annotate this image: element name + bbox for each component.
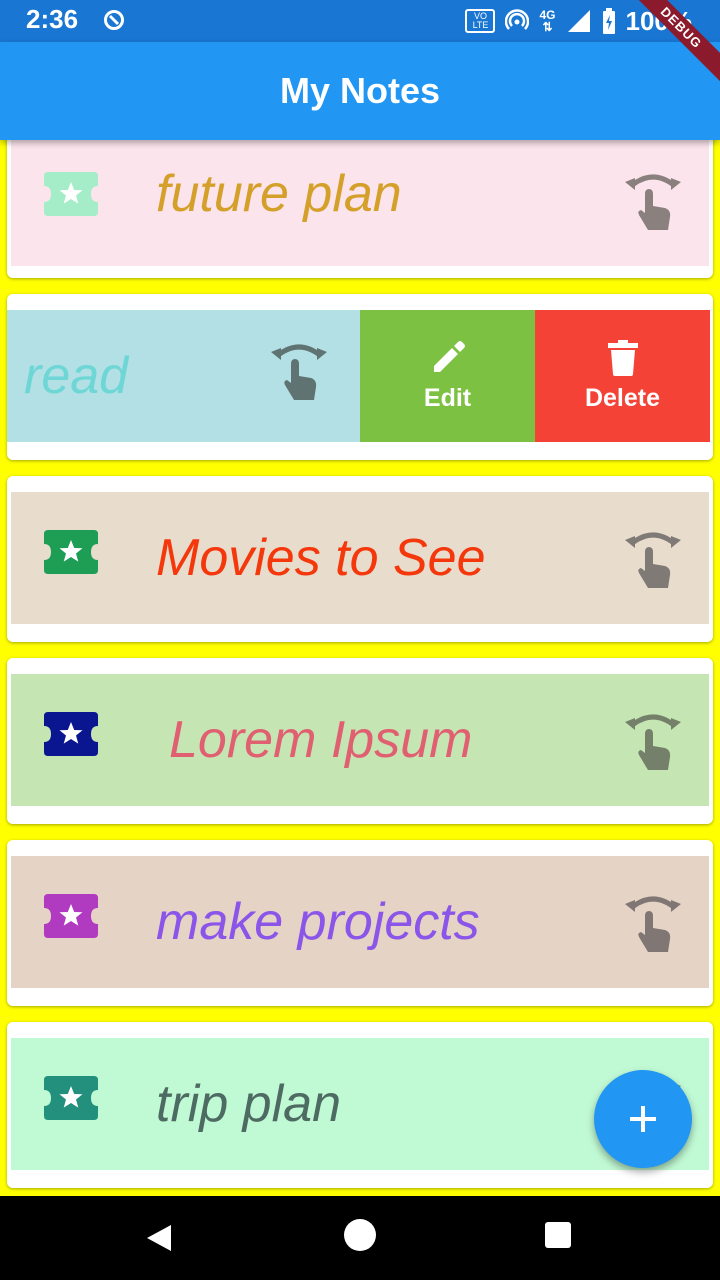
ticket-star-icon <box>44 172 98 216</box>
app-notification-icon <box>104 10 124 30</box>
ticket-star-icon <box>44 712 98 756</box>
status-bar: 2:36 VO LTE 4G ⇅ 100% <box>0 0 720 42</box>
hotspot-icon <box>505 9 530 30</box>
delete-button[interactable]: Delete <box>535 310 710 442</box>
note-card[interactable]: future plan <box>7 140 713 278</box>
page-title: My Notes <box>279 70 441 111</box>
data-arrows-icon: ⇅ <box>542 20 553 34</box>
swipe-gesture-icon <box>625 896 681 952</box>
note-tile[interactable]: future plan <box>11 140 709 266</box>
status-time: 2:36 <box>26 4 79 34</box>
delete-label: Delete <box>584 383 661 412</box>
note-tile[interactable]: read <box>7 310 360 442</box>
signal-icon <box>567 10 590 32</box>
app-bar: My Notes <box>0 42 720 140</box>
home-icon[interactable] <box>344 1219 376 1251</box>
volte-bottom-text: LTE <box>472 20 489 30</box>
swipe-gesture-icon <box>625 174 681 230</box>
note-tile[interactable]: Lorem Ipsum <box>11 674 709 806</box>
note-title: Lorem Ipsum <box>169 711 473 769</box>
back-icon[interactable] <box>145 1223 173 1253</box>
edit-button[interactable]: Edit <box>360 310 535 442</box>
note-title: make projects <box>156 893 480 951</box>
note-card[interactable]: make projects <box>7 840 713 1006</box>
ticket-star-icon <box>44 530 98 574</box>
system-nav-bar <box>0 1196 720 1280</box>
edit-label: Edit <box>423 383 472 412</box>
note-title: Movies to See <box>156 529 486 587</box>
note-card-swiped[interactable]: read Edit Delete <box>7 294 713 460</box>
note-card[interactable]: Lorem Ipsum <box>7 658 713 824</box>
notes-list[interactable]: future plan read Edit Delete Movies to S… <box>0 140 720 1196</box>
note-title: future plan <box>156 165 402 223</box>
note-title: trip plan <box>156 1075 341 1133</box>
note-card[interactable]: Movies to See <box>7 476 713 642</box>
network-type-icon: 4G ⇅ <box>539 9 555 33</box>
note-tile[interactable]: make projects <box>11 856 709 988</box>
swipe-gesture-icon <box>625 714 681 770</box>
ticket-star-icon <box>44 894 98 938</box>
swipe-gesture-icon <box>625 532 681 588</box>
note-title: read <box>24 347 129 405</box>
volte-icon: VO LTE <box>465 9 496 33</box>
trash-icon <box>607 339 638 376</box>
ticket-star-icon <box>44 1076 98 1120</box>
swipe-gesture-icon <box>271 344 327 400</box>
note-tile[interactable]: Movies to See <box>11 492 709 624</box>
pencil-icon <box>433 340 465 372</box>
battery-icon <box>602 8 615 34</box>
add-note-button[interactable] <box>594 1070 692 1168</box>
recents-icon[interactable] <box>545 1222 571 1248</box>
plus-icon <box>630 1106 656 1132</box>
